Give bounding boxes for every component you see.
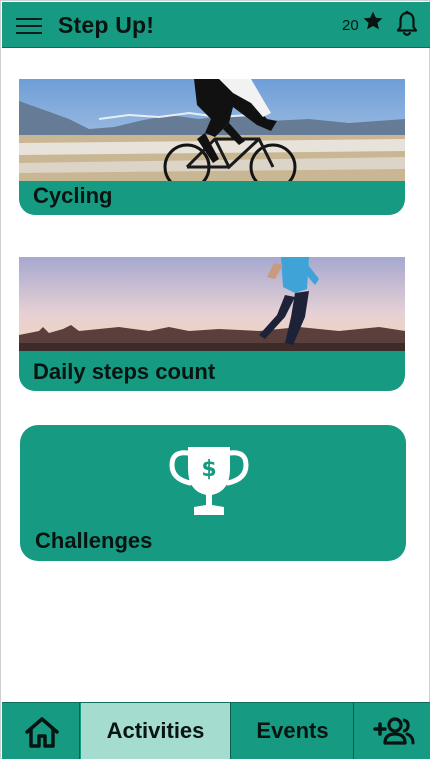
cycling-card[interactable]: Cycling bbox=[19, 79, 405, 215]
add-friend-icon bbox=[373, 717, 415, 745]
star-icon bbox=[363, 11, 383, 30]
app-header: Step Up! 20 bbox=[2, 2, 430, 48]
points-count: 20 bbox=[342, 17, 359, 34]
card-label: Cycling bbox=[33, 183, 113, 208]
home-icon bbox=[25, 717, 59, 748]
cyclist-photo bbox=[19, 79, 405, 181]
nav-activities-tab[interactable]: Activities bbox=[81, 703, 231, 759]
nav-home-button[interactable] bbox=[2, 703, 80, 759]
bottom-nav: Activities Events bbox=[2, 702, 430, 759]
bell-icon[interactable] bbox=[395, 10, 419, 38]
card-label: Challenges bbox=[35, 528, 153, 553]
nav-add-friend-button[interactable] bbox=[355, 703, 430, 759]
challenges-card[interactable]: $ Challenges bbox=[20, 425, 406, 561]
svg-text:$: $ bbox=[201, 457, 216, 482]
nav-events-tab[interactable]: Events bbox=[232, 703, 354, 759]
app-title: Step Up! bbox=[58, 12, 155, 38]
daily-steps-card[interactable]: Daily steps count bbox=[19, 257, 405, 391]
trophy-dollar-icon: $ bbox=[169, 447, 249, 515]
card-label: Daily steps count bbox=[33, 359, 216, 384]
runner-photo bbox=[19, 257, 405, 351]
app-frame: Step Up! 20 Cycling Daily steps count $ … bbox=[0, 0, 430, 759]
hamburger-menu-icon[interactable] bbox=[16, 14, 46, 36]
nav-events-label: Events bbox=[256, 718, 329, 743]
nav-activities-label: Activities bbox=[106, 718, 205, 743]
